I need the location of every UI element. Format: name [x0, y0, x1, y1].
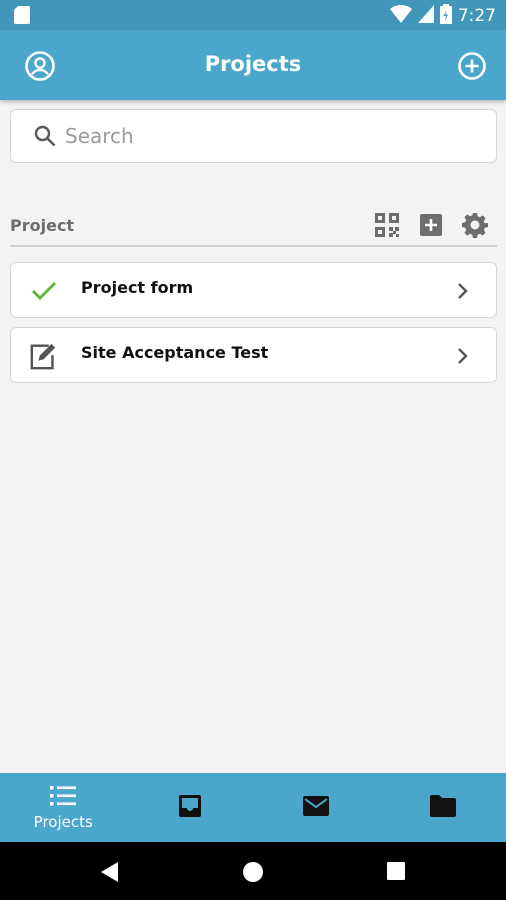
qr-code-icon[interactable]: [373, 211, 401, 239]
list-item[interactable]: Project form: [10, 262, 497, 318]
checkmark-icon: [29, 277, 59, 305]
nav-item-label: Projects: [33, 812, 93, 831]
nav-item-mail[interactable]: [253, 773, 380, 842]
wifi-icon: [389, 4, 412, 27]
search-bar[interactable]: [10, 109, 497, 163]
inbox-icon: [178, 794, 202, 822]
bottom-navigation: Projects: [0, 773, 506, 842]
home-icon[interactable]: [242, 861, 264, 887]
clock-time: 7:27: [457, 6, 496, 26]
list-item[interactable]: Site Acceptance Test: [10, 327, 497, 383]
gear-icon[interactable]: [461, 211, 489, 239]
list-item-label: Site Acceptance Test: [81, 343, 269, 362]
list-item-label: Project form: [81, 278, 194, 297]
add-circle-icon[interactable]: [456, 50, 488, 82]
add-box-icon[interactable]: [417, 211, 445, 239]
chevron-right-icon: [456, 346, 470, 366]
app-bar: Projects: [0, 30, 506, 100]
back-icon[interactable]: [100, 861, 120, 887]
nav-item-files[interactable]: [380, 773, 506, 842]
list-icon: [50, 785, 77, 811]
search-icon: [33, 124, 57, 148]
status-bar: 7:27: [0, 0, 506, 30]
folder-icon: [429, 794, 456, 821]
chevron-right-icon: [456, 281, 470, 301]
system-navigation-bar: [0, 842, 506, 900]
page-title: Projects: [204, 52, 302, 76]
battery-icon: [439, 4, 452, 28]
sim-card-icon: [14, 6, 30, 28]
nav-item-inbox[interactable]: [127, 773, 254, 842]
signal-icon: [417, 5, 434, 27]
search-input[interactable]: [65, 124, 445, 148]
recents-icon[interactable]: [386, 861, 406, 885]
edit-icon: [29, 342, 59, 370]
nav-item-projects[interactable]: Projects: [0, 773, 127, 842]
mail-icon: [303, 795, 330, 820]
section-label: Project: [10, 216, 75, 235]
project-section-header: Project: [10, 205, 497, 247]
